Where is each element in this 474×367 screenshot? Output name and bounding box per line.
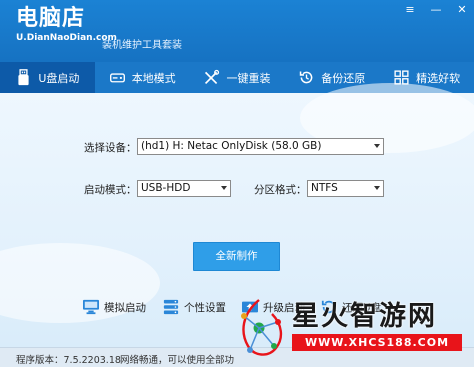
boot-mode-value: USB-HDD <box>141 182 191 194</box>
simulate-boot-button[interactable]: 模拟启动 <box>82 299 146 315</box>
custom-settings-button[interactable]: 个性设置 <box>162 299 226 315</box>
logo-main: 电脑店 <box>16 6 86 31</box>
create-new-button[interactable]: 全新制作 <box>193 242 280 271</box>
watermark-text: 星火智游网 <box>292 301 437 332</box>
app-window: 电脑店 U.DianNaoDian.com 装机维护工具套装 ≡ — ✕ U盘启… <box>0 0 474 367</box>
minimize-icon[interactable]: — <box>430 4 442 16</box>
restore-icon <box>300 71 313 84</box>
tools-icon <box>205 69 220 85</box>
tab-label: 本地模式 <box>131 71 176 85</box>
tab-local-mode[interactable]: 本地模式 <box>95 62 190 93</box>
tab-label: 备份还原 <box>321 71 366 85</box>
close-icon[interactable]: ✕ <box>456 4 468 16</box>
window-controls: ≡ — ✕ <box>404 4 468 16</box>
tab-one-click-reinstall[interactable]: 一键重装 <box>190 62 285 93</box>
chevron-down-icon <box>221 186 227 190</box>
tab-label: 精选好软 <box>416 71 461 85</box>
title-bar: 电脑店 U.DianNaoDian.com 装机维护工具套装 ≡ — ✕ <box>0 0 474 62</box>
tab-label: 一键重装 <box>226 71 271 85</box>
chevron-down-icon <box>374 186 380 190</box>
watermark-logo-icon <box>241 299 283 356</box>
partition-format-value: NTFS <box>311 182 338 194</box>
tool-label: 个性设置 <box>184 301 226 314</box>
tab-usb-boot[interactable]: U盘启动 <box>0 62 95 93</box>
watermark: 星火智游网 WWW.XHCS188.COM <box>226 290 474 367</box>
usb-drive-icon <box>18 69 29 86</box>
network-status-text: 网络畅通，可以使用全部功 <box>120 355 235 366</box>
device-select[interactable]: (hd1) H: Netac OnlyDisk (58.0 GB) <box>137 138 384 155</box>
server-settings-icon <box>163 299 179 315</box>
boot-mode-select[interactable]: USB-HDD <box>137 180 231 197</box>
hard-disk-icon <box>109 73 125 83</box>
partition-format-select[interactable]: NTFS <box>307 180 384 197</box>
tab-label: U盘启动 <box>38 71 80 85</box>
partition-format-label: 分区格式： <box>254 184 307 196</box>
device-select-value: (hd1) H: Netac OnlyDisk (58.0 GB) <box>141 140 322 152</box>
chevron-down-icon <box>374 144 380 148</box>
watermark-url: WWW.XHCS188.COM <box>292 334 462 351</box>
device-label: 选择设备： <box>84 142 137 154</box>
version-text: 程序版本：7.5.2203.18 <box>16 355 121 366</box>
menu-icon[interactable]: ≡ <box>404 4 416 16</box>
monitor-icon <box>83 299 99 315</box>
tool-label: 模拟启动 <box>104 301 146 314</box>
app-slogan: 装机维护工具套装 <box>102 40 182 51</box>
boot-mode-label: 启动模式： <box>84 184 137 196</box>
